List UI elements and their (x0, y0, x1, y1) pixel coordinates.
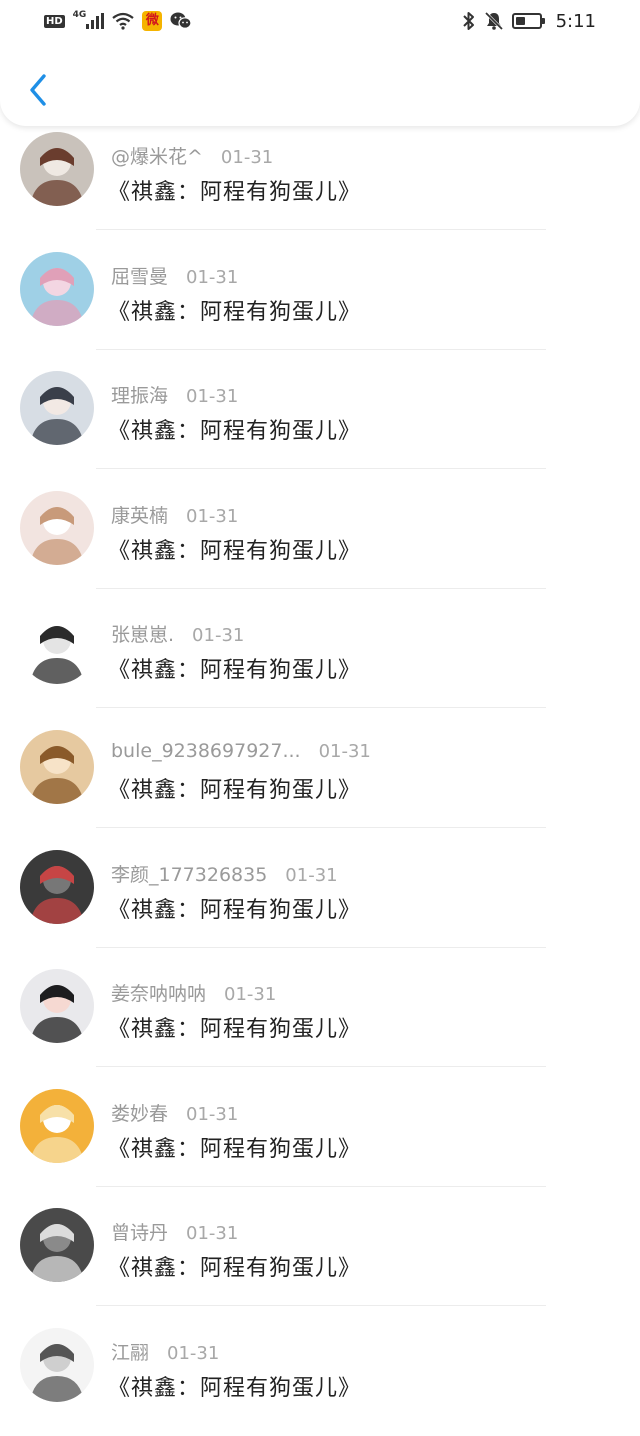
divider (96, 348, 546, 350)
avatar[interactable] (20, 490, 94, 565)
comment-text: 《祺鑫：阿程有狗蛋儿》 (108, 777, 362, 803)
list-item[interactable]: 屈雪曼 01-31 《祺鑫：阿程有狗蛋儿》 (0, 240, 640, 360)
comment-meta: 曾诗丹 01-31 (111, 1218, 238, 1245)
timestamp: 01-31 (192, 625, 245, 647)
mute-bell-icon (484, 11, 504, 31)
comment-meta: @爆米花^ 01-31 (111, 142, 273, 169)
avatar[interactable] (20, 729, 94, 804)
list-item[interactable]: 江翮 01-31 《祺鑫：阿程有狗蛋儿》 (0, 1316, 640, 1436)
avatar[interactable] (20, 1327, 94, 1402)
divider (96, 1305, 546, 1307)
back-button[interactable] (20, 68, 56, 112)
comment-meta: 姜奈呐呐呐 01-31 (111, 979, 276, 1006)
avatar[interactable] (20, 1088, 94, 1163)
comment-list: @爆米花^ 01-31 《祺鑫：阿程有狗蛋儿》 屈雪曼 01-31 《祺鑫：阿程有狗蛋儿》… (0, 120, 640, 1436)
divider (96, 229, 546, 230)
comment-text: 《祺鑫：阿程有狗蛋儿》 (108, 1375, 362, 1401)
list-item[interactable]: 曾诗丹 01-31 《祺鑫：阿程有狗蛋儿》 (0, 1196, 640, 1316)
comment-text: 《祺鑫：阿程有狗蛋儿》 (108, 658, 362, 684)
timestamp: 01-31 (186, 1103, 239, 1125)
list-item[interactable]: 康英楠 01-31 《祺鑫：阿程有狗蛋儿》 (0, 479, 640, 599)
timestamp: 01-31 (186, 1223, 239, 1245)
divider (96, 1066, 546, 1068)
username[interactable]: 曾诗丹 (111, 1218, 168, 1245)
username[interactable]: @爆米花^ (111, 142, 203, 169)
comment-meta: 张崽崽. 01-31 (111, 620, 244, 647)
divider (96, 468, 546, 470)
avatar[interactable] (20, 1208, 94, 1283)
username[interactable]: bule_9238697927... (111, 740, 301, 762)
clock: 5:11 (555, 10, 596, 32)
comment-text: 《祺鑫：阿程有狗蛋儿》 (108, 180, 362, 205)
timestamp: 01-31 (285, 864, 338, 886)
timestamp: 01-31 (220, 147, 274, 168)
chevron-left-icon (30, 74, 46, 106)
comment-meta: 李颜_177326835 01-31 (111, 860, 338, 887)
status-bar: HD 4G 微 5:11 (0, 0, 640, 42)
network-type: 4G (72, 10, 87, 20)
avatar[interactable] (20, 251, 94, 326)
list-item[interactable]: bule_9238697927... 01-31 《祺鑫：阿程有狗蛋儿》 (0, 718, 640, 838)
bluetooth-icon (462, 11, 476, 31)
username[interactable]: 张崽崽. (111, 620, 174, 647)
comment-text: 《祺鑫：阿程有狗蛋儿》 (108, 1136, 362, 1162)
timestamp: 01-31 (186, 266, 239, 288)
comment-meta: 理振海 01-31 (111, 381, 238, 408)
avatar[interactable] (20, 371, 94, 446)
battery-icon (511, 13, 545, 29)
comment-text: 《祺鑫：阿程有狗蛋儿》 (108, 538, 362, 564)
list-item[interactable]: 姜奈呐呐呐 01-31 《祺鑫：阿程有狗蛋儿》 (0, 957, 640, 1077)
list-item[interactable]: 李颜_177326835 01-31 《祺鑫：阿程有狗蛋儿》 (0, 838, 640, 958)
username[interactable]: 姜奈呐呐呐 (111, 979, 206, 1006)
comment-text: 《祺鑫：阿程有狗蛋儿》 (108, 1017, 362, 1043)
timestamp: 01-31 (224, 984, 277, 1006)
weibo-icon: 微 (142, 11, 163, 31)
timestamp: 01-31 (186, 505, 239, 527)
signal-icon: 4G (72, 10, 105, 29)
comment-meta: 屈雪曼 01-31 (111, 262, 238, 289)
avatar[interactable] (20, 849, 94, 924)
comment-text: 《祺鑫：阿程有狗蛋儿》 (108, 299, 362, 325)
comment-meta: bule_9238697927... 01-31 (111, 740, 371, 762)
divider (96, 826, 546, 828)
divider (96, 707, 546, 709)
comment-text: 《祺鑫：阿程有狗蛋儿》 (108, 419, 362, 445)
username[interactable]: 理振海 (111, 381, 168, 408)
username[interactable]: 李颜_177326835 (111, 860, 267, 887)
divider (96, 587, 546, 589)
comment-text: 《祺鑫：阿程有狗蛋儿》 (108, 1256, 362, 1282)
battery-level (515, 17, 525, 25)
header-bar: HD 4G 微 5:11 (0, 0, 640, 126)
divider (96, 946, 546, 948)
username[interactable]: 康英楠 (111, 501, 168, 528)
username[interactable]: 江翮 (111, 1338, 149, 1365)
divider (96, 1185, 546, 1187)
list-item[interactable]: 张崽崽. 01-31 《祺鑫：阿程有狗蛋儿》 (0, 598, 640, 718)
avatar[interactable] (20, 610, 94, 685)
list-item[interactable]: 理振海 01-31 《祺鑫：阿程有狗蛋儿》 (0, 359, 640, 479)
wifi-icon (112, 12, 135, 30)
timestamp: 01-31 (318, 740, 371, 762)
list-item[interactable]: 娄妙春 01-31 《祺鑫：阿程有狗蛋儿》 (0, 1077, 640, 1197)
wechat-icon (170, 11, 192, 31)
avatar[interactable] (20, 132, 94, 206)
comment-meta: 康英楠 01-31 (111, 501, 238, 528)
avatar[interactable] (20, 969, 94, 1044)
comment-meta: 娄妙春 01-31 (111, 1099, 238, 1126)
username[interactable]: 娄妙春 (111, 1099, 168, 1126)
timestamp: 01-31 (167, 1342, 220, 1364)
list-item[interactable]: @爆米花^ 01-31 《祺鑫：阿程有狗蛋儿》 (0, 120, 640, 240)
hd-icon: HD (44, 14, 65, 28)
username[interactable]: 屈雪曼 (111, 262, 168, 289)
timestamp: 01-31 (186, 386, 239, 408)
comment-text: 《祺鑫：阿程有狗蛋儿》 (108, 897, 362, 923)
comment-meta: 江翮 01-31 (111, 1338, 219, 1365)
